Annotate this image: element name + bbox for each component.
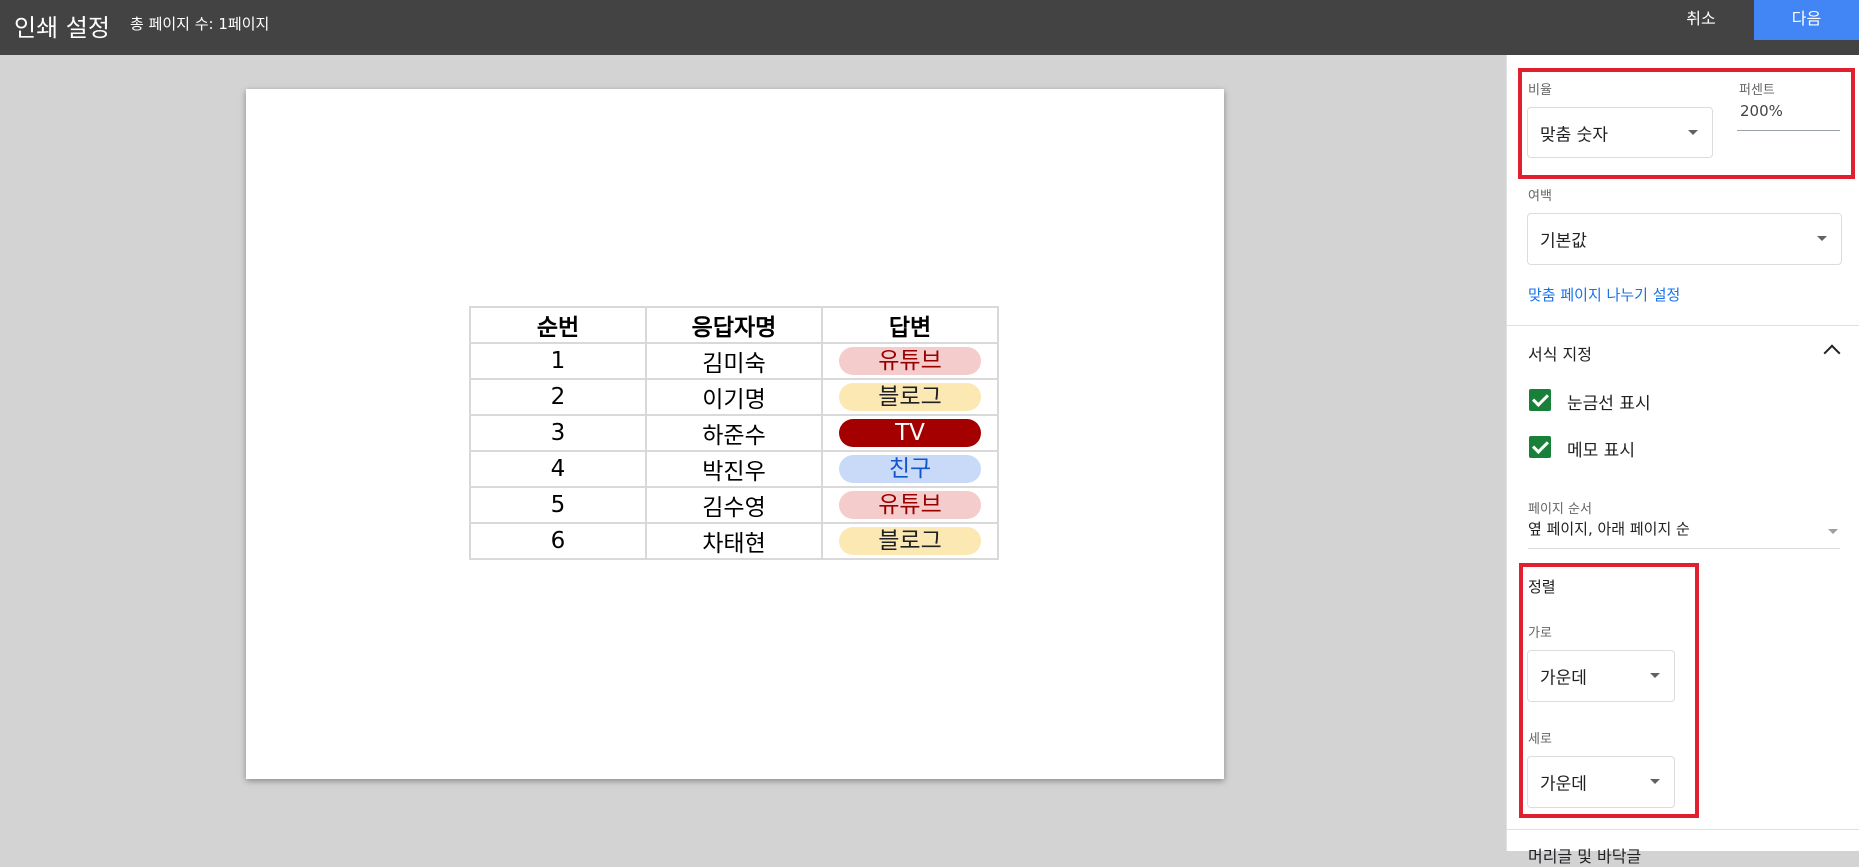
cell-number: 3 [469,414,647,452]
cell-number: 5 [469,486,647,524]
header-cell-number: 순번 [469,306,647,344]
header-footer-section-title[interactable]: 머리글 및 바닥글 [1528,843,1641,867]
cell-respondent: 이기명 [645,378,823,416]
table-row: 4 박진우 친구 [469,450,999,488]
cell-respondent: 김수영 [645,486,823,524]
highlight-box-scale [1518,68,1855,179]
page-count-text: 총 페이지 수: 1페이지 [130,15,270,33]
cell-answer: 유튜브 [821,342,999,380]
divider [1507,325,1859,326]
check-icon [1532,390,1549,407]
divider [1507,829,1859,830]
margins-label: 여백 [1528,189,1552,204]
cell-respondent: 김미숙 [645,342,823,380]
answer-chip: 유튜브 [839,347,981,375]
cell-answer: 유튜브 [821,486,999,524]
cell-answer: TV [821,414,999,452]
preview-table: 순번 응답자명 답변 1 김미숙 유튜브 2 이기명 블로그 3 하준수 TV 4 박진우 친구 5 김수… [469,306,999,560]
answer-chip: 친구 [839,455,981,483]
dropdown-arrow-icon [1817,236,1827,241]
header-cell-answer: 답변 [821,306,999,344]
table-header-row: 순번 응답자명 답변 [469,306,999,344]
notes-checkbox[interactable] [1529,436,1551,458]
dropdown-arrow-icon [1828,529,1838,534]
cell-answer: 친구 [821,450,999,488]
cell-number: 6 [469,522,647,560]
cell-respondent: 차태현 [645,522,823,560]
table-row: 6 차태현 블로그 [469,522,999,560]
table-row: 3 하준수 TV [469,414,999,452]
answer-chip: 유튜브 [839,491,981,519]
cell-answer: 블로그 [821,378,999,416]
page-order-dropdown[interactable]: 옆 페이지, 아래 페이지 순 [1528,518,1840,549]
margins-value: 기본값 [1540,231,1587,252]
check-icon [1532,437,1549,454]
top-bar: 인쇄 설정 총 페이지 수: 1페이지 취소 다음 [0,0,1859,55]
gridlines-label: 눈금선 표시 [1567,394,1651,414]
answer-chip: 블로그 [839,383,981,411]
table-row: 2 이기명 블로그 [469,378,999,416]
cell-number: 1 [469,342,647,380]
table-row: 1 김미숙 유튜브 [469,342,999,380]
print-preview-page: 순번 응답자명 답변 1 김미숙 유튜브 2 이기명 블로그 3 하준수 TV 4 박진우 친구 5 김수… [246,89,1224,779]
table-row: 5 김수영 유튜브 [469,486,999,524]
page-order-value: 옆 페이지, 아래 페이지 순 [1528,520,1690,538]
page-order-label: 페이지 순서 [1528,502,1592,517]
dialog-title: 인쇄 설정 [14,14,110,42]
cell-number: 4 [469,450,647,488]
custom-page-breaks-link[interactable]: 맞춤 페이지 나누기 설정 [1528,284,1680,305]
cell-answer: 블로그 [821,522,999,560]
answer-chip: 블로그 [839,527,981,555]
cell-respondent: 하준수 [645,414,823,452]
margins-dropdown[interactable]: 기본값 [1527,213,1842,265]
cell-respondent: 박진우 [645,450,823,488]
gridlines-checkbox[interactable] [1529,389,1551,411]
answer-chip: TV [839,419,981,447]
notes-label: 메모 표시 [1567,441,1635,461]
highlight-box-alignment [1519,563,1699,818]
formatting-section-title[interactable]: 서식 지정 [1528,341,1592,365]
header-cell-respondent: 응답자명 [645,306,823,344]
cancel-button[interactable]: 취소 [1656,0,1746,40]
cell-number: 2 [469,378,647,416]
next-button[interactable]: 다음 [1754,0,1859,40]
